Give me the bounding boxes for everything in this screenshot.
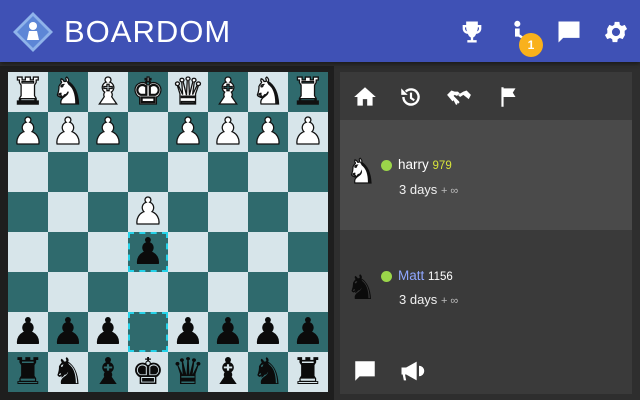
black-knight-piece[interactable]: ♞ (48, 352, 88, 392)
player-clock: 3 days + ∞ (399, 292, 458, 309)
black-queen-piece[interactable]: ♛ (168, 352, 208, 392)
black-knight-piece[interactable]: ♞ (248, 352, 288, 392)
player-name[interactable]: harry (398, 157, 429, 172)
white-pawn-piece[interactable]: ♟ (288, 111, 328, 152)
black-rook-piece[interactable]: ♜ (8, 352, 48, 392)
panel-tabs (340, 72, 632, 120)
trophy-icon[interactable] (458, 18, 486, 46)
black-pawn-piece[interactable]: ♟ (248, 312, 288, 352)
white-knight-piece[interactable]: ♞ (248, 71, 288, 112)
square-g6[interactable] (248, 152, 288, 192)
white-king-piece[interactable]: ♚ (128, 71, 168, 112)
square-c6[interactable] (88, 152, 128, 192)
black-pawn-piece[interactable]: ♟ (208, 312, 248, 352)
white-pawn-piece[interactable]: ♟ (48, 111, 88, 152)
game-panel: ♞ harry 979 3 days + ∞ ♞ Matt 1156 3 day… (340, 72, 632, 394)
square-a4[interactable] (8, 232, 48, 272)
black-pawn-piece[interactable]: ♟ (288, 312, 328, 352)
flag-icon[interactable] (496, 84, 522, 110)
black-pawn-piece[interactable]: ♟ (48, 312, 88, 352)
player-clock: 3 days + ∞ (399, 182, 458, 199)
white-pawn-piece[interactable]: ♟ (208, 111, 248, 152)
chat-icon[interactable] (352, 358, 378, 384)
square-f6[interactable] (208, 152, 248, 192)
chat-icon[interactable] (555, 18, 583, 46)
app-title[interactable]: BOARDOM (64, 13, 231, 51)
black-bishop-piece[interactable]: ♝ (88, 352, 128, 392)
chess-board[interactable]: ♜ ♞ ♝ ♚ ♛ ♝ ♞ ♜ ♟ ♟ ♟ ♟ ♟ ♟ ♟ ♟ ♟ ♟ ♟ ♟ ♟ ♟ ♟ ♟ ♜ ♞ ♝ ♚ ♛ ♝ ♞ ♜ (8, 71, 328, 392)
white-queen-piece[interactable]: ♛ (168, 71, 208, 112)
white-rook-piece[interactable]: ♜ (8, 71, 48, 112)
gear-icon[interactable] (602, 18, 630, 46)
black-knight-icon: ♞ (346, 268, 377, 308)
player-name-line: harry 979 (398, 157, 452, 174)
player-name-line: Matt 1156 (398, 268, 453, 285)
white-rook-piece[interactable]: ♜ (288, 71, 328, 112)
square-f3[interactable] (208, 272, 248, 312)
time-remaining: 3 days (399, 182, 438, 197)
panel-bottom-bar (340, 346, 632, 394)
square-e4[interactable] (168, 232, 208, 272)
online-indicator (381, 271, 392, 282)
notification-badge[interactable]: 1 (519, 33, 543, 57)
white-bishop-piece[interactable]: ♝ (88, 71, 128, 112)
megaphone-icon[interactable] (398, 357, 426, 385)
online-indicator (381, 160, 392, 171)
history-icon[interactable] (398, 84, 424, 110)
square-f5[interactable] (208, 192, 248, 232)
square-b4[interactable] (48, 232, 88, 272)
black-bishop-piece[interactable]: ♝ (208, 352, 248, 392)
square-h5[interactable] (288, 192, 328, 232)
player-card-top: ♞ harry 979 3 days + ∞ (340, 120, 632, 230)
white-knight-icon: ♞ (345, 151, 377, 192)
square-c4[interactable] (88, 232, 128, 272)
boardom-logo-icon[interactable] (12, 11, 54, 53)
player-card-bottom: ♞ Matt 1156 3 days + ∞ (340, 240, 632, 350)
black-pawn-piece[interactable]: ♟ (128, 232, 168, 272)
white-pawn-piece[interactable]: ♟ (88, 111, 128, 152)
black-rook-piece[interactable]: ♜ (288, 352, 328, 392)
time-remaining: 3 days (399, 292, 438, 307)
square-a6[interactable] (8, 152, 48, 192)
player-rating: 1156 (428, 271, 453, 283)
square-a3[interactable] (8, 272, 48, 312)
black-pawn-piece[interactable]: ♟ (8, 312, 48, 352)
square-e3[interactable] (168, 272, 208, 312)
square-d6[interactable] (128, 152, 168, 192)
app-header: BOARDOM 1 (0, 0, 640, 62)
time-increment: + ∞ (440, 295, 459, 307)
white-pawn-piece[interactable]: ♟ (128, 191, 168, 232)
square-d3[interactable] (128, 272, 168, 312)
white-pawn-piece[interactable]: ♟ (248, 111, 288, 152)
black-king-piece[interactable]: ♚ (128, 352, 168, 392)
square-c3[interactable] (88, 272, 128, 312)
player-name[interactable]: Matt (398, 268, 424, 283)
black-pawn-piece[interactable]: ♟ (88, 312, 128, 352)
square-b5[interactable] (48, 192, 88, 232)
square-h4[interactable] (288, 232, 328, 272)
square-f4[interactable] (208, 232, 248, 272)
square-b3[interactable] (48, 272, 88, 312)
white-pawn-piece[interactable]: ♟ (168, 111, 208, 152)
time-increment: + ∞ (440, 185, 459, 197)
square-b6[interactable] (48, 152, 88, 192)
square-d7[interactable] (128, 112, 168, 152)
handshake-icon[interactable] (446, 84, 472, 110)
square-g5[interactable] (248, 192, 288, 232)
home-icon[interactable] (352, 84, 378, 110)
square-h3[interactable] (288, 272, 328, 312)
square-a5[interactable] (8, 192, 48, 232)
square-d2[interactable] (128, 312, 168, 352)
square-e6[interactable] (168, 152, 208, 192)
square-g4[interactable] (248, 232, 288, 272)
black-pawn-piece[interactable]: ♟ (168, 312, 208, 352)
white-knight-piece[interactable]: ♞ (48, 71, 88, 112)
square-c5[interactable] (88, 192, 128, 232)
white-bishop-piece[interactable]: ♝ (208, 71, 248, 112)
white-pawn-piece[interactable]: ♟ (8, 111, 48, 152)
square-h6[interactable] (288, 152, 328, 192)
player-rating: 979 (432, 160, 452, 172)
square-g3[interactable] (248, 272, 288, 312)
square-e5[interactable] (168, 192, 208, 232)
